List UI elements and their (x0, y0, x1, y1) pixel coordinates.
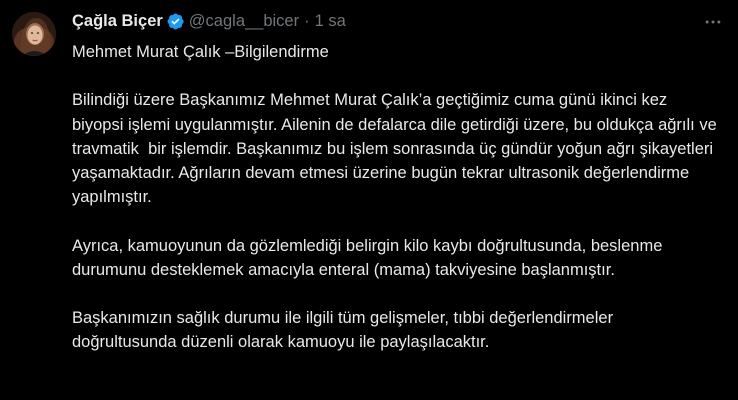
avatar[interactable] (12, 12, 56, 56)
more-options-button[interactable] (702, 11, 724, 33)
tweet-card[interactable]: Çağla Biçer @cagla__bicer · 1 sa Mehmet … (0, 0, 738, 400)
display-name[interactable]: Çağla Biçer (72, 10, 163, 32)
tweet-paragraph-3: Başkanımızın sağlık durumu ile ilgili tü… (72, 309, 618, 352)
tweet-text: Mehmet Murat Çalık –Bilgilendirme Bilind… (72, 40, 722, 355)
tweet-title: Mehmet Murat Çalık –Bilgilendirme (72, 43, 329, 61)
tweet-header: Çağla Biçer @cagla__bicer · 1 sa (72, 10, 346, 32)
timestamp[interactable]: 1 sa (315, 10, 346, 32)
more-horizontal-icon (705, 20, 721, 24)
verified-badge-icon[interactable] (166, 12, 185, 31)
user-handle[interactable]: @cagla__bicer (189, 10, 299, 32)
tweet-paragraph-2: Ayrıca, kamuoyunun da gözlemlediği belir… (72, 236, 667, 279)
separator-dot: · (304, 12, 310, 30)
tweet-paragraph-1: Bilindiği üzere Başkanımız Mehmet Murat … (72, 91, 722, 207)
